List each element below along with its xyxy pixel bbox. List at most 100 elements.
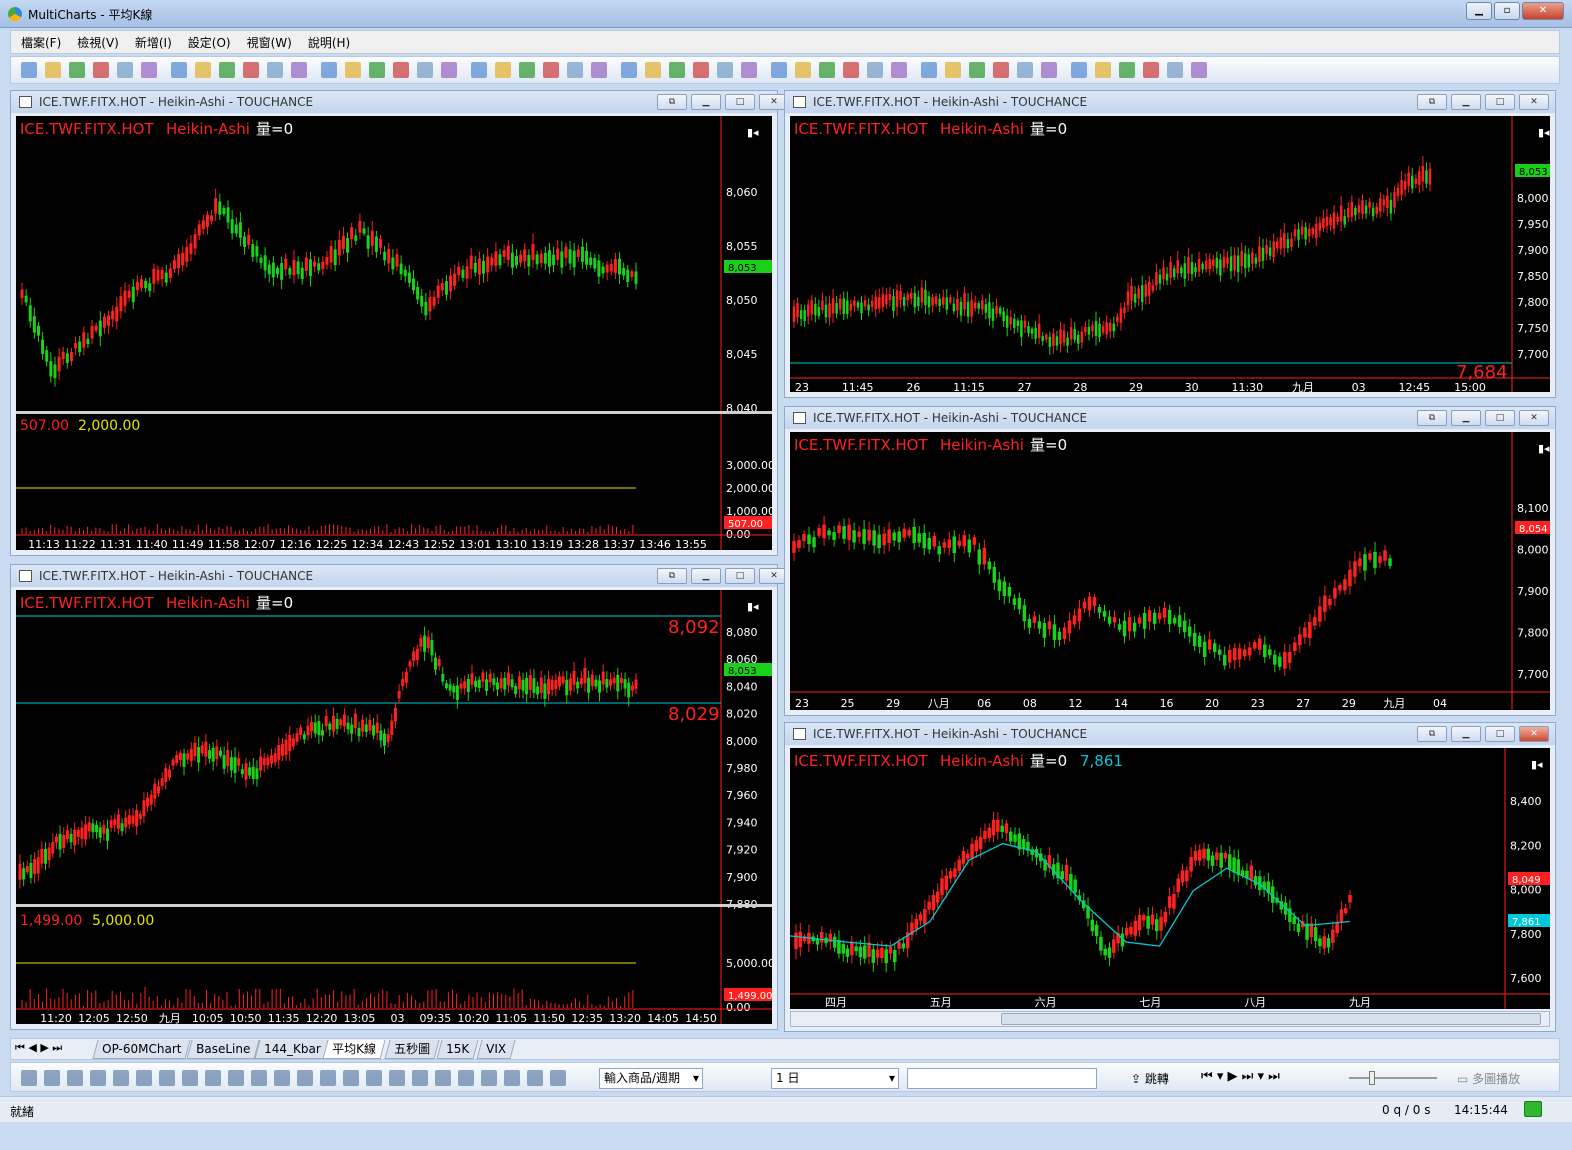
close-icon[interactable]: ✕ [1519,726,1549,742]
chart-area[interactable]: ICE.TWF.FITX.HOT Heikin-Ashi 量=0 8,000 7,950… [790,116,1550,392]
menu-file[interactable]: 檔案(F) [21,34,61,51]
vline-icon[interactable] [343,1070,359,1086]
save-icon[interactable] [417,62,433,78]
maximize-icon[interactable]: □ [1485,94,1515,110]
indicator-icon[interactable] [195,62,211,78]
restore-icon[interactable]: ⧉ [657,94,687,110]
copy-icon[interactable] [819,62,835,78]
restore-icon[interactable]: ⧉ [1417,410,1447,426]
open-icon[interactable] [741,62,757,78]
fib-icon[interactable] [389,1070,405,1086]
arc-icon[interactable] [481,1070,497,1086]
hline-icon[interactable] [320,1070,336,1086]
new-icon[interactable] [1071,62,1087,78]
ellipse-icon[interactable] [458,1070,474,1086]
pointer-icon[interactable] [591,62,607,78]
copy-icon[interactable] [471,62,487,78]
pointer-icon[interactable] [945,62,961,78]
open-icon[interactable] [45,62,61,78]
print-icon[interactable] [1143,62,1159,78]
save-icon[interactable] [771,62,787,78]
channel-icon[interactable] [366,1070,382,1086]
new-icon[interactable] [717,62,733,78]
minimize-icon[interactable]: ▁ [691,568,721,584]
arrow-down-icon[interactable] [228,1070,244,1086]
open-icon[interactable] [1095,62,1111,78]
menu-insert[interactable]: 新增(I) [135,34,172,51]
maximize-icon[interactable]: □ [1485,410,1515,426]
period-select[interactable]: 1 日 ▾ [771,1068,899,1089]
save-icon[interactable] [1119,62,1135,78]
restore-icon[interactable]: ⧉ [1417,94,1447,110]
zoom-out-icon[interactable] [669,62,685,78]
symbol-period-select[interactable]: 輸入商品/週期 ▾ [599,1068,703,1089]
maximize-icon[interactable]: □ [1485,726,1515,742]
minimize-icon[interactable]: ▁ [691,94,721,110]
horizontal-scrollbar[interactable] [790,1011,1550,1027]
playback-speed-slider[interactable] [1349,1071,1437,1085]
refresh-icon[interactable] [1041,62,1057,78]
indicator-icon[interactable] [543,62,559,78]
copy-icon[interactable] [1167,62,1183,78]
paste-icon[interactable] [141,62,157,78]
ellipse-icon[interactable] [182,1070,198,1086]
chart-area[interactable]: ICE.TWF.FITX.HOT Heikin-Ashi 量=0 8,100 8,000… [790,432,1550,710]
tab-average-k[interactable]: 平均K線 [322,1040,386,1059]
zoom-out-icon[interactable] [1017,62,1033,78]
minimize-icon[interactable]: ▁ [1451,410,1481,426]
open-icon[interactable] [393,62,409,78]
tab-144-kbar[interactable]: 144_Kbar [254,1040,331,1059]
chart-area[interactable]: ICE.TWF.FITX.HOT Heikin-Ashi 量=0 7,861 8,400… [790,748,1550,1009]
paste-icon[interactable] [843,62,859,78]
tab-15k[interactable]: 15K [436,1040,479,1059]
channel-icon[interactable] [90,1070,106,1086]
arrow-up-icon[interactable] [251,1070,267,1086]
text-icon[interactable] [412,1070,428,1086]
zoom-in-icon[interactable] [291,62,307,78]
crosshair-icon[interactable] [969,62,985,78]
format-icon[interactable] [519,62,535,78]
zoom-in-icon[interactable] [993,62,1009,78]
crosshair-icon[interactable] [267,62,283,78]
maximize-icon[interactable]: □ [725,568,755,584]
crosshair-icon[interactable] [621,62,637,78]
paste-icon[interactable] [1191,62,1207,78]
close-icon[interactable]: ✕ [1519,94,1549,110]
date-input[interactable] [907,1068,1097,1089]
fib-icon[interactable] [113,1070,129,1086]
save-icon[interactable] [69,62,85,78]
restore-icon[interactable]: ⧉ [657,568,687,584]
chart-area[interactable]: ICE.TWF.FITX.HOT Heikin-Ashi 量=0 8,060 8,055… [16,116,772,550]
zoom-out-icon[interactable] [321,62,337,78]
line-icon[interactable] [297,1070,313,1086]
rect-icon[interactable] [159,1070,175,1086]
menu-settings[interactable]: 設定(O) [188,34,231,51]
print-icon[interactable] [441,62,457,78]
arc-icon[interactable] [205,1070,221,1086]
menu-window[interactable]: 視窗(W) [247,34,292,51]
scrollbar-thumb[interactable] [1001,1013,1541,1025]
text-icon[interactable] [136,1070,152,1086]
strategy-icon[interactable] [567,62,583,78]
playback-controls-icon[interactable]: ⏮ ▾ ▶ ⏭ ▾ ⏭ [1201,1069,1280,1084]
arrow-down-icon[interactable] [504,1070,520,1086]
rect-icon[interactable] [435,1070,451,1086]
indicator-icon[interactable] [891,62,907,78]
close-button[interactable]: ✕ [1522,2,1564,20]
tab-baseline[interactable]: BaseLine [186,1040,260,1059]
jump-button[interactable]: ⇪ 跳轉 [1131,1070,1169,1087]
minimize-icon[interactable]: ▁ [1451,94,1481,110]
multi-play-button[interactable]: ▭ 多圖播放 [1457,1070,1520,1087]
magnet-icon[interactable] [274,1070,290,1086]
menu-view[interactable]: 檢視(V) [77,34,119,51]
strategy-icon[interactable] [921,62,937,78]
menu-help[interactable]: 說明(H) [308,34,350,51]
tab-five-second[interactable]: 五秒圖 [384,1040,440,1059]
hline-icon[interactable] [44,1070,60,1086]
line-icon[interactable] [21,1070,37,1086]
maximize-icon[interactable]: □ [725,94,755,110]
pointer-icon[interactable] [243,62,259,78]
tab-vix[interactable]: VIX [476,1040,516,1059]
zoom-in-icon[interactable] [645,62,661,78]
refresh-icon[interactable] [345,62,361,78]
